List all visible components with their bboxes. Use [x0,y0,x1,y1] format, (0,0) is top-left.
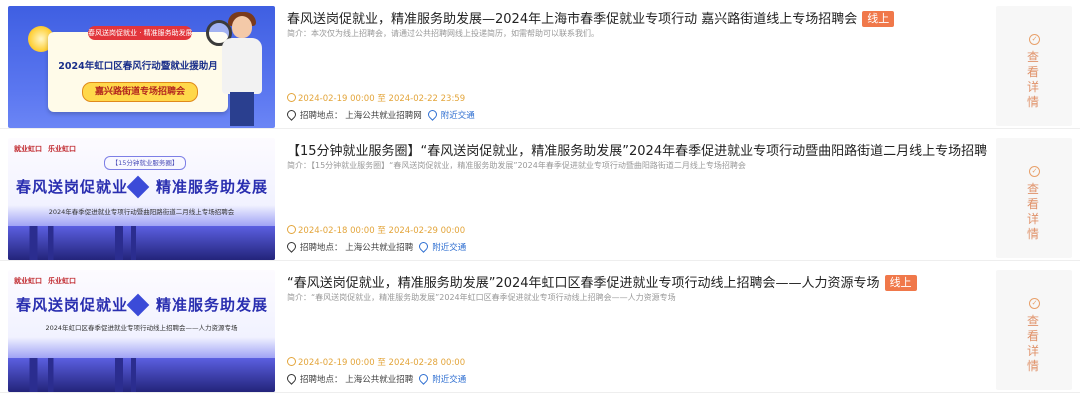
online-badge: 线上 [862,11,895,27]
banner-subline: 2024年虹口区春季促进就业专项行动线上招聘会——人力资源专场 [45,324,238,332]
job-title[interactable]: 春风送岗促就业，精准服务助发展—2024年上海市春季促就业专项行动 嘉兴路街道线… [287,8,987,27]
check-circle-icon: ✓ [1029,298,1040,309]
banner-subheading: 嘉兴路街道专场招聘会 [82,82,198,102]
map-pin-icon[interactable] [417,240,431,253]
clock-icon [287,93,296,102]
location-line: 招聘地点： 上海公共就业招聘 附近交通 [285,372,466,385]
location-label: 招聘地点： [300,111,343,121]
date-start: 2024-02-19 00:00 [298,94,375,104]
location-value: 上海公共就业招聘 [345,375,414,385]
online-badge: 线上 [884,275,917,291]
banner-image[interactable]: 春风送岗促就业 · 精准服务助发展 2024年虹口区春风行动暨就业援助月 嘉兴路… [8,6,275,128]
banner-tag: 春风送岗促就业 · 精准服务助发展 [88,26,192,40]
banner-heading: 2024年虹口区春风行动暨就业援助月 [58,61,218,72]
date-end: 2024-02-22 23:59 [388,94,466,104]
nearby-traffic-link[interactable]: 附近交通 [432,243,466,253]
banner-image[interactable]: 就业虹口 乐业虹口 春风送岗促就业 精准服务助发展 2024年虹口区春季促进就业… [8,270,275,392]
job-title-text[interactable]: “春风送岗促就业，精准服务助发展”2024年虹口区春季促进就业专项行动线上招聘会… [287,276,880,291]
view-details-button[interactable]: ✓ 查看详情 [996,138,1072,258]
view-details-button[interactable]: ✓ 查看详情 [996,270,1072,390]
diamond-icon [126,293,150,317]
location-pin-icon [285,240,298,253]
clock-icon [287,357,296,366]
nearby-traffic-link[interactable]: 附近交通 [432,375,466,385]
date-start: 2024-02-19 00:00 [298,358,375,368]
job-summary: 简介：本次仅为线上招聘会，请通过公共招聘网线上投递简历，如需帮助可以联系我们。 [287,29,599,38]
view-details-label[interactable]: 查看详情 [1027,314,1041,374]
date-start: 2024-02-18 00:00 [298,226,375,236]
city-skyline [8,358,275,392]
figure-body [222,38,262,94]
view-details-label[interactable]: 查看详情 [1027,50,1041,110]
date-separator: 至 [377,94,386,104]
diamond-icon [126,175,150,199]
location-pin-icon [285,108,298,121]
slogan-left: 春风送岗促就业 [16,178,129,196]
figure-head [232,16,252,38]
map-pin-icon[interactable] [417,372,431,385]
date-end: 2024-02-29 00:00 [388,226,466,236]
banner-logo-left: 就业虹口 [14,277,42,285]
date-range: 2024-02-19 00:00 至 2024-02-28 00:00 [287,356,465,368]
date-separator: 至 [377,358,386,368]
list-item: 春风送岗促就业 · 精准服务助发展 2024年虹口区春风行动暨就业援助月 嘉兴路… [0,4,1080,129]
banner-logo-left: 就业虹口 [14,145,42,153]
job-fair-list: 春风送岗促就业 · 精准服务助发展 2024年虹口区春风行动暨就业援助月 嘉兴路… [0,0,1080,400]
list-item: 就业虹口 乐业虹口 春风送岗促就业 精准服务助发展 2024年虹口区春季促进就业… [0,268,1080,393]
job-title-text[interactable]: 【15分钟就业服务圈】“春风送岗促就业，精准服务助发展”2024年春季促进就业专… [287,144,987,159]
nearby-traffic-link[interactable]: 附近交通 [441,111,475,121]
date-separator: 至 [377,226,386,236]
slogan-left: 春风送岗促就业 [16,296,129,314]
banner-pill: 【15分钟就业服务圈】 [104,156,186,170]
check-circle-icon: ✓ [1029,166,1040,177]
location-label: 招聘地点： [300,375,343,385]
job-title-text[interactable]: 春风送岗促就业，精准服务助发展—2024年上海市春季促就业专项行动 嘉兴路街道线… [287,12,857,27]
banner-subline: 2024年春季促进就业专项行动暨曲阳路街道二月线上专场招聘会 [48,208,235,216]
figure-legs [230,92,254,126]
location-value: 上海公共就业招聘 [345,243,414,253]
location-line: 招聘地点： 上海公共就业招聘网 附近交通 [285,108,475,121]
job-title[interactable]: 【15分钟就业服务圈】“春风送岗促就业，精准服务助发展”2024年春季促进就业专… [287,140,987,159]
location-line: 招聘地点： 上海公共就业招聘 附近交通 [285,240,466,253]
location-label: 招聘地点： [300,243,343,253]
city-skyline [8,226,275,260]
clock-icon [287,225,296,234]
date-range: 2024-02-19 00:00 至 2024-02-22 23:59 [287,92,465,104]
banner-slogan: 春风送岗促就业 精准服务助发展 [8,175,275,200]
slogan-right: 精准服务助发展 [156,296,269,314]
job-summary: 简介：【15分钟就业服务圈】“春风送岗促就业，精准服务助发展”2024年春季促进… [287,161,746,170]
location-pin-icon [285,372,298,385]
map-pin-icon[interactable] [425,108,439,121]
location-value: 上海公共就业招聘网 [345,111,422,121]
banner-logo-right: 乐业虹口 [48,145,76,153]
date-end: 2024-02-28 00:00 [388,358,466,368]
view-details-label[interactable]: 查看详情 [1027,182,1041,242]
check-circle-icon: ✓ [1029,34,1040,45]
job-summary: 简介：“春风送岗促就业，精准服务助发展”2024年虹口区春季促进就业专项行动线上… [287,293,676,302]
banner-logo-right: 乐业虹口 [48,277,76,285]
date-range: 2024-02-18 00:00 至 2024-02-29 00:00 [287,224,465,236]
list-item: 就业虹口 乐业虹口 【15分钟就业服务圈】 春风送岗促就业 精准服务助发展 20… [0,136,1080,261]
banner-image[interactable]: 就业虹口 乐业虹口 【15分钟就业服务圈】 春风送岗促就业 精准服务助发展 20… [8,138,275,260]
view-details-button[interactable]: ✓ 查看详情 [996,6,1072,126]
slogan-right: 精准服务助发展 [156,178,269,196]
job-title[interactable]: “春风送岗促就业，精准服务助发展”2024年虹口区春季促进就业专项行动线上招聘会… [287,272,987,291]
banner-slogan: 春风送岗促就业 精准服务助发展 [8,293,275,318]
